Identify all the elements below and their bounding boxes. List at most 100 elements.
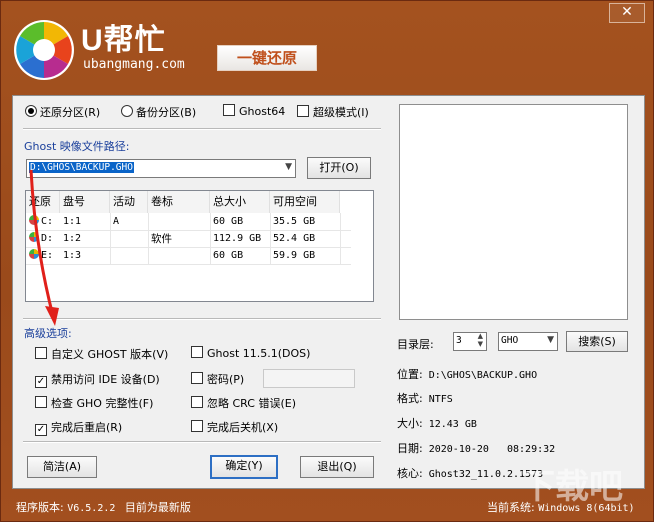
ghost-version-label: Ghost 11.5.1(DOS)	[207, 347, 311, 360]
divider	[23, 441, 381, 443]
size-cell: 60 GB	[213, 216, 244, 227]
disable-ide-checkbox[interactable]: ✓ 禁用访问 IDE 设备(D)	[35, 371, 160, 388]
extension-value: GHO	[501, 335, 519, 346]
checkmark-icon: ✓	[35, 376, 47, 388]
extension-select[interactable]: GHO ▼	[498, 332, 558, 351]
checkbox-icon	[191, 396, 203, 408]
custom-ghost-label: 自定义 GHOST 版本(V)	[51, 348, 169, 361]
open-button[interactable]: 打开(O)	[307, 157, 371, 179]
ghost-version-checkbox[interactable]: Ghost 11.5.1(DOS)	[191, 346, 310, 360]
version-status: 程序版本: V6.5.2.2 目前为最新版	[16, 499, 191, 515]
ok-button[interactable]: 确定(Y)	[210, 455, 278, 479]
directory-depth-value: 3	[456, 335, 462, 346]
free-cell: 59.9 GB	[273, 250, 316, 261]
super-mode-checkbox[interactable]: 超级模式(I)	[297, 104, 369, 120]
label-cell	[148, 248, 151, 264]
spinner-arrows-icon[interactable]: ▲ ▼	[478, 332, 483, 348]
format-value: NTFS	[428, 394, 453, 405]
annotation-arrow-icon	[29, 169, 59, 326]
chevron-down-icon[interactable]: ▼	[547, 335, 554, 345]
brand-title: U帮忙	[81, 24, 166, 57]
search-button[interactable]: 搜索(S)	[566, 331, 628, 352]
date-row: 日期: 2020-10-20 08:29:32	[397, 440, 555, 456]
ignore-crc-label: 忽略 CRC 错误(E)	[207, 397, 296, 410]
checkbox-icon	[191, 346, 203, 358]
active-cell: A	[113, 216, 120, 227]
checkbox-icon	[191, 372, 203, 384]
simple-button[interactable]: 简洁(A)	[27, 456, 97, 478]
col-header[interactable]: 卷标	[148, 191, 210, 213]
one-key-restore-badge[interactable]: 一键还原	[217, 45, 317, 71]
check-gho-checkbox[interactable]: 检查 GHO 完整性(F)	[35, 395, 153, 411]
check-gho-label: 检查 GHO 完整性(F)	[51, 397, 154, 410]
super-mode-label: 超级模式(I)	[313, 106, 369, 119]
location-label: 位置:	[397, 368, 423, 381]
size-label: 大小:	[397, 417, 423, 430]
ghost64-label: Ghost64	[239, 105, 286, 118]
ubangmang-logo-icon	[14, 20, 74, 80]
custom-ghost-checkbox[interactable]: 自定义 GHOST 版本(V)	[35, 346, 168, 362]
active-cell	[110, 248, 113, 264]
location-value: D:\GHOS\BACKUP.GHO	[428, 370, 538, 381]
quit-button[interactable]: 退出(Q)	[300, 456, 374, 478]
free-cell: 35.5 GB	[273, 216, 316, 227]
column-line	[340, 213, 341, 265]
checkmark-icon: ✓	[35, 424, 47, 436]
restore-partition-radio[interactable]: 还原分区(R)	[25, 104, 100, 120]
col-header[interactable]: 盘号	[60, 191, 110, 213]
radio-selected-icon	[25, 105, 37, 117]
ignore-crc-checkbox[interactable]: 忽略 CRC 错误(E)	[191, 395, 296, 411]
directory-depth-label: 目录层:	[397, 338, 434, 351]
size-cell: 60 GB	[213, 250, 244, 261]
format-label: 格式:	[397, 392, 423, 405]
label-cell: 软件	[151, 233, 172, 245]
checkbox-icon	[297, 105, 309, 117]
image-path-label: Ghost 映像文件路径:	[24, 140, 130, 153]
close-button[interactable]: ✕	[609, 3, 645, 23]
label-cell	[148, 214, 151, 230]
chevron-down-icon[interactable]: ▼	[285, 162, 292, 172]
col-header[interactable]: 可用空间	[270, 191, 340, 213]
latest-status: 目前为最新版	[124, 501, 191, 514]
size-value: 12.43 GB	[428, 419, 477, 430]
free-cell: 52.4 GB	[273, 233, 316, 244]
advanced-options-title: 高级选项:	[24, 327, 72, 340]
col-header[interactable]: 活动	[110, 191, 148, 213]
backup-partition-label: 备份分区(B)	[136, 106, 197, 119]
restore-partition-label: 还原分区(R)	[40, 106, 101, 119]
partition-table[interactable]: 还原 盘号 活动 卷标 总大小 可用空间 C: 1:1 A 60 GB 35.5…	[25, 190, 374, 302]
password-label: 密码(P)	[207, 373, 245, 386]
backup-partition-radio[interactable]: 备份分区(B)	[121, 104, 196, 120]
checkbox-icon	[223, 104, 235, 116]
password-checkbox[interactable]: 密码(P)	[191, 371, 244, 387]
version-value: V6.5.2.2	[67, 503, 116, 514]
checkbox-icon	[191, 420, 203, 432]
version-label: 程序版本:	[16, 501, 64, 514]
size-cell: 112.9 GB	[213, 233, 262, 244]
core-label: 核心:	[397, 467, 423, 480]
ghost64-checkbox[interactable]: Ghost64	[223, 104, 285, 118]
location-row: 位置: D:\GHOS\BACKUP.GHO	[397, 366, 537, 382]
checkbox-icon	[35, 396, 47, 408]
checkbox-icon	[35, 347, 47, 359]
row-line	[26, 264, 351, 265]
shutdown-label: 完成后关机(X)	[207, 421, 279, 434]
format-row: 格式: NTFS	[397, 390, 453, 406]
reboot-label: 完成后重启(R)	[51, 421, 123, 434]
image-path-combo[interactable]: D:\GHOS\BACKUP.GHO ▼	[26, 159, 296, 178]
size-row: 大小: 12.43 GB	[397, 415, 477, 431]
date-value: 2020-10-20 08:29:32	[428, 444, 556, 455]
shutdown-checkbox[interactable]: 完成后关机(X)	[191, 419, 278, 435]
password-input[interactable]	[263, 369, 355, 388]
reboot-checkbox[interactable]: ✓ 完成后重启(R)	[35, 419, 122, 436]
radio-icon	[121, 105, 133, 117]
main-panel: 还原分区(R) 备份分区(B) Ghost64 超级模式(I) Ghost 映像…	[12, 95, 645, 489]
directory-depth-spinner[interactable]: 3 ▲ ▼	[453, 332, 487, 351]
app-window: ✕ U帮忙 ubangmang.com 一键还原 还原分区(R) 备份分区(B)…	[0, 0, 654, 522]
image-preview-box	[399, 104, 628, 320]
date-label: 日期:	[397, 442, 423, 455]
col-header[interactable]: 总大小	[210, 191, 270, 213]
disable-ide-label: 禁用访问 IDE 设备(D)	[51, 373, 160, 386]
site-watermark: 下载吧	[521, 468, 623, 506]
brand-domain: ubangmang.com	[83, 57, 185, 72]
